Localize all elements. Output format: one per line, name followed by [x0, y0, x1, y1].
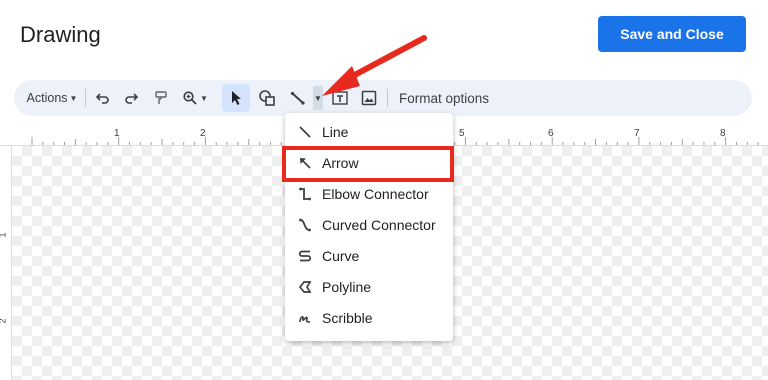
redo-icon[interactable]: [120, 80, 142, 116]
ruler-mark: 1: [0, 232, 8, 237]
menu-item-label: Curve: [322, 248, 360, 264]
elbow-connector-icon: [297, 186, 313, 202]
page-title: Drawing: [20, 22, 101, 47]
polyline-icon: [297, 279, 313, 295]
line-icon: [297, 124, 313, 140]
zoom-dropdown-icon: ▼: [200, 93, 208, 103]
chevron-down-icon: ▼: [69, 93, 78, 103]
shape-icon[interactable]: [255, 80, 279, 116]
line-dropdown-icon[interactable]: ▼: [313, 86, 323, 110]
ruler-mark: 1: [114, 128, 120, 139]
ruler-mark: 2: [200, 128, 206, 139]
menu-item-scribble[interactable]: Scribble: [285, 303, 453, 333]
ruler-mark: 8: [720, 128, 726, 139]
menu-item-label: Elbow Connector: [322, 186, 429, 202]
menu-item-label: Polyline: [322, 279, 372, 295]
select-icon[interactable]: [222, 84, 250, 112]
curve-icon: [297, 248, 313, 264]
textbox-icon[interactable]: [328, 80, 352, 116]
ruler-mark: 6: [548, 128, 554, 139]
menu-item-line[interactable]: Line: [285, 117, 453, 147]
zoom-icon[interactable]: ▼: [178, 80, 212, 116]
actions-menu-button[interactable]: Actions ▼: [24, 80, 80, 116]
scribble-icon: [297, 310, 313, 326]
undo-icon[interactable]: [92, 80, 114, 116]
image-icon[interactable]: [357, 80, 381, 116]
save-and-close-button[interactable]: Save and Close: [598, 16, 746, 52]
menu-item-label: Line: [322, 124, 349, 140]
line-icon[interactable]: [286, 80, 310, 116]
menu-item-label: Scribble: [322, 310, 373, 326]
curved-connector-icon: [297, 217, 313, 233]
toolbar-divider: [387, 89, 388, 107]
menu-item-curved-connector[interactable]: Curved Connector: [285, 210, 453, 240]
actions-label: Actions: [26, 91, 68, 105]
toolbar-divider: [85, 89, 86, 107]
ruler-mark: 7: [634, 128, 640, 139]
vertical-ruler: 1 2: [0, 146, 12, 380]
ruler-mark: 2: [0, 318, 8, 323]
ruler-mark: 5: [459, 128, 465, 139]
arrow-highlight-box: [282, 146, 454, 182]
menu-item-elbow-connector[interactable]: Elbow Connector: [285, 179, 453, 209]
menu-item-curve[interactable]: Curve: [285, 241, 453, 271]
toolbar: Actions ▼ ▼ ▼ Format options: [14, 80, 752, 116]
format-options-button[interactable]: Format options: [399, 80, 499, 116]
menu-item-polyline[interactable]: Polyline: [285, 272, 453, 302]
paint-format-icon[interactable]: [150, 80, 172, 116]
menu-item-label: Curved Connector: [322, 217, 436, 233]
